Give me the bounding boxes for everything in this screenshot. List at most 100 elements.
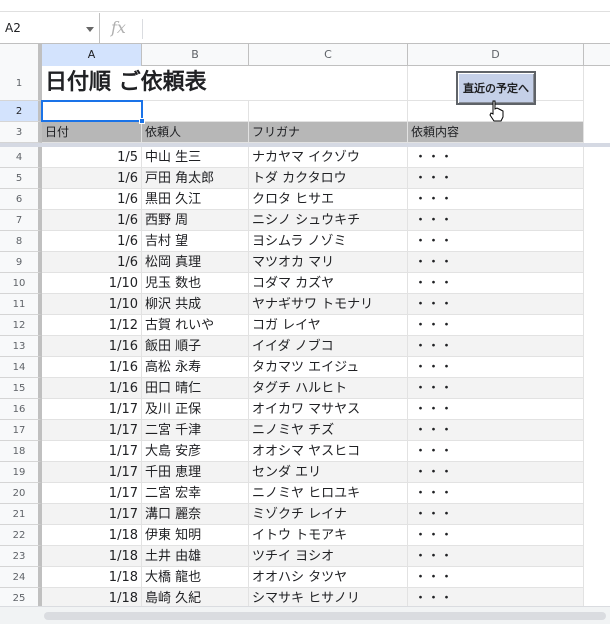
row-header[interactable]: 14 [0, 357, 42, 378]
cell-furigana[interactable]: マツオカ マリ [249, 252, 408, 273]
cell-requester[interactable]: 溝口 麗奈 [142, 504, 249, 525]
name-box[interactable]: A2 [0, 13, 100, 44]
cell-furigana[interactable]: タグチ ハルヒト [249, 378, 408, 399]
cell-date[interactable]: 1/17 [42, 399, 142, 420]
cell-furigana[interactable]: オオシマ ヤスヒコ [249, 441, 408, 462]
cell-furigana[interactable]: クロタ ヒサエ [249, 189, 408, 210]
cell-requester[interactable]: 千田 恵理 [142, 462, 249, 483]
row-header[interactable]: 11 [0, 294, 42, 315]
cell-furigana[interactable]: ニノミヤ チズ [249, 420, 408, 441]
cell-date[interactable]: 1/5 [42, 147, 142, 168]
cell-date[interactable]: 1/18 [42, 546, 142, 567]
column-header-a[interactable]: A [42, 44, 142, 66]
cell-furigana[interactable]: コガ レイヤ [249, 315, 408, 336]
cell-content[interactable]: ・・・ [408, 357, 584, 378]
cell-content[interactable]: ・・・ [408, 336, 584, 357]
cell-date[interactable]: 1/10 [42, 294, 142, 315]
cell-date[interactable]: 1/18 [42, 525, 142, 546]
row-header[interactable]: 19 [0, 462, 42, 483]
cell-requester[interactable]: 中山 生三 [142, 147, 249, 168]
cell-date[interactable]: 1/17 [42, 420, 142, 441]
cell-date[interactable]: 1/16 [42, 357, 142, 378]
cell-date[interactable]: 1/6 [42, 231, 142, 252]
cell-furigana[interactable]: ニシノ シュウキチ [249, 210, 408, 231]
row-header[interactable]: 8 [0, 231, 42, 252]
header-requester[interactable]: 依頼人 [142, 122, 249, 143]
cell-furigana[interactable]: トダ カクタロウ [249, 168, 408, 189]
cell-content[interactable]: ・・・ [408, 378, 584, 399]
row-header[interactable]: 1 [0, 66, 42, 101]
column-header-c[interactable]: C [249, 44, 408, 66]
cell-requester[interactable]: 土井 由雄 [142, 546, 249, 567]
cell-requester[interactable]: 二宮 宏幸 [142, 483, 249, 504]
cell-requester[interactable]: 大橋 龍也 [142, 567, 249, 588]
cell-content[interactable]: ・・・ [408, 147, 584, 168]
scrollbar-thumb[interactable] [44, 612, 606, 620]
cell-requester[interactable]: 田口 晴仁 [142, 378, 249, 399]
cell-requester[interactable]: 及川 正保 [142, 399, 249, 420]
cell-content[interactable]: ・・・ [408, 168, 584, 189]
row-header[interactable]: 20 [0, 483, 42, 504]
row-header[interactable]: 24 [0, 567, 42, 588]
cell-furigana[interactable]: センダ エリ [249, 462, 408, 483]
cell-content[interactable]: ・・・ [408, 462, 584, 483]
header-content[interactable]: 依頼内容 [408, 122, 584, 143]
cell-content[interactable]: ・・・ [408, 294, 584, 315]
cell-content[interactable]: ・・・ [408, 567, 584, 588]
header-furigana[interactable]: フリガナ [249, 122, 408, 143]
row-header[interactable]: 2 [0, 101, 42, 122]
column-header-d[interactable]: D [408, 44, 584, 66]
row-header[interactable]: 13 [0, 336, 42, 357]
cell-date[interactable]: 1/6 [42, 210, 142, 231]
chevron-down-icon[interactable] [86, 27, 94, 32]
cell-furigana[interactable]: ナカヤマ イクゾウ [249, 147, 408, 168]
cell-content[interactable]: ・・・ [408, 441, 584, 462]
cell-furigana[interactable]: ヤナギサワ トモナリ [249, 294, 408, 315]
row-header[interactable]: 10 [0, 273, 42, 294]
cell-furigana[interactable]: ミゾクチ レイナ [249, 504, 408, 525]
cell-date[interactable]: 1/16 [42, 378, 142, 399]
cell-date[interactable]: 1/18 [42, 567, 142, 588]
cell-requester[interactable]: 戸田 角太郎 [142, 168, 249, 189]
cell-furigana[interactable]: タカマツ エイジュ [249, 357, 408, 378]
cell-a2[interactable] [42, 101, 142, 122]
cell-furigana[interactable]: ツチイ ヨシオ [249, 546, 408, 567]
cell-furigana[interactable]: コダマ カズヤ [249, 273, 408, 294]
cell-content[interactable]: ・・・ [408, 483, 584, 504]
cell-content[interactable]: ・・・ [408, 504, 584, 525]
cell-requester[interactable]: 黒田 久江 [142, 189, 249, 210]
cell-furigana[interactable]: イトウ トモアキ [249, 525, 408, 546]
cell-furigana[interactable]: オオハシ タツヤ [249, 567, 408, 588]
cell-requester[interactable]: 西野 周 [142, 210, 249, 231]
cell-date[interactable]: 1/17 [42, 483, 142, 504]
cell-content[interactable]: ・・・ [408, 210, 584, 231]
cell-content[interactable]: ・・・ [408, 252, 584, 273]
row-header[interactable]: 18 [0, 441, 42, 462]
cell-furigana[interactable]: オイカワ マサヤス [249, 399, 408, 420]
cell-content[interactable]: ・・・ [408, 315, 584, 336]
cell-requester[interactable]: 柳沢 共成 [142, 294, 249, 315]
cell-content[interactable]: ・・・ [408, 231, 584, 252]
cell-date[interactable]: 1/16 [42, 336, 142, 357]
cell-c1[interactable] [249, 66, 408, 101]
row-header[interactable]: 6 [0, 189, 42, 210]
row-header[interactable]: 4 [0, 147, 42, 168]
cell-furigana[interactable]: ヨシムラ ノゾミ [249, 231, 408, 252]
cell-date[interactable]: 1/17 [42, 504, 142, 525]
cell-date[interactable]: 1/17 [42, 441, 142, 462]
cell-c2[interactable] [249, 101, 408, 122]
cell-requester[interactable]: 吉村 望 [142, 231, 249, 252]
row-header[interactable]: 7 [0, 210, 42, 231]
cell-date[interactable]: 1/6 [42, 189, 142, 210]
cell-content[interactable]: ・・・ [408, 420, 584, 441]
cell-date[interactable]: 1/10 [42, 273, 142, 294]
cell-requester[interactable]: 大島 安彦 [142, 441, 249, 462]
cell-requester[interactable]: 高松 永寿 [142, 357, 249, 378]
cell-furigana[interactable]: ニノミヤ ヒロユキ [249, 483, 408, 504]
cell-content[interactable]: ・・・ [408, 273, 584, 294]
cell-content[interactable]: ・・・ [408, 399, 584, 420]
horizontal-scrollbar[interactable] [0, 606, 610, 624]
row-header[interactable]: 12 [0, 315, 42, 336]
cell-date[interactable]: 1/12 [42, 315, 142, 336]
row-header[interactable]: 9 [0, 252, 42, 273]
